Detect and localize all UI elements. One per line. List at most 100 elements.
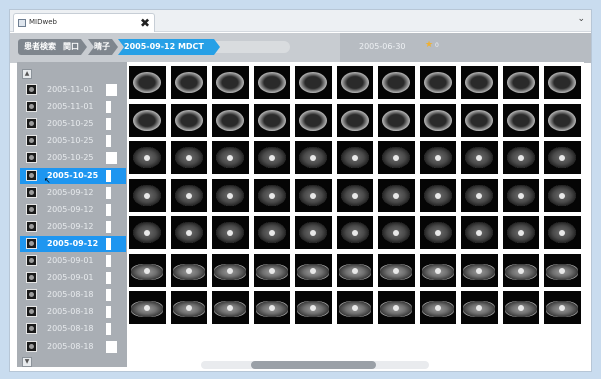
ct-slice-thumbnail[interactable] [419, 253, 456, 287]
ct-slice-thumbnail[interactable] [336, 216, 373, 249]
ct-slice-thumbnail[interactable] [253, 103, 290, 137]
ct-slice-thumbnail[interactable] [336, 253, 373, 287]
ct-slice-thumbnail[interactable] [295, 66, 332, 99]
ct-slice-thumbnail[interactable] [461, 253, 498, 287]
ct-slice-thumbnail[interactable] [378, 178, 415, 212]
ct-slice-thumbnail[interactable] [378, 216, 415, 249]
tab-midweb[interactable]: MIDweb ✖ [13, 13, 155, 32]
ct-slice-thumbnail[interactable] [129, 178, 166, 212]
ct-slice-thumbnail[interactable] [502, 103, 539, 137]
series-item[interactable]: 2005-08-18 [20, 339, 126, 355]
ct-slice-thumbnail[interactable] [253, 291, 290, 324]
series-item[interactable]: 2005-08-18 [20, 321, 126, 337]
ct-slice-thumbnail[interactable] [336, 103, 373, 137]
ct-slice-thumbnail[interactable] [544, 216, 581, 249]
ct-slice-thumbnail[interactable] [461, 141, 498, 174]
series-item[interactable]: 2005-10-25 [20, 116, 126, 132]
series-item[interactable]: 2005-08-18 [20, 304, 126, 320]
series-item[interactable]: 2005-10-25 [20, 150, 126, 166]
ct-slice-thumbnail[interactable] [336, 66, 373, 99]
series-item[interactable]: 2005-09-01 [20, 270, 126, 286]
chevron-down-icon[interactable]: ⌄ [577, 14, 585, 24]
ct-slice-thumbnail[interactable] [502, 141, 539, 174]
ct-slice-thumbnail[interactable] [502, 178, 539, 212]
ct-slice-thumbnail[interactable] [129, 66, 166, 99]
ct-slice-thumbnail[interactable] [295, 216, 332, 249]
ct-slice-thumbnail[interactable] [212, 291, 249, 324]
ct-slice-thumbnail[interactable] [544, 141, 581, 174]
ct-slice-thumbnail[interactable] [170, 66, 207, 99]
arrow-up-icon[interactable]: ▲ [22, 69, 32, 79]
ct-slice-thumbnail[interactable] [544, 178, 581, 212]
arrow-down-icon[interactable]: ▼ [22, 357, 32, 367]
ct-slice-thumbnail[interactable] [502, 291, 539, 324]
series-item[interactable]: 2005-09-12 [20, 219, 126, 235]
series-item[interactable]: 2005-09-12 [20, 202, 126, 218]
series-item[interactable]: 2005-08-18 [20, 287, 126, 303]
ct-slice-thumbnail[interactable] [502, 216, 539, 249]
ct-slice-thumbnail[interactable] [419, 178, 456, 212]
ct-slice-thumbnail[interactable] [170, 141, 207, 174]
ct-slice-thumbnail[interactable] [212, 178, 249, 212]
ct-slice-thumbnail[interactable] [170, 178, 207, 212]
ct-slice-thumbnail[interactable] [212, 141, 249, 174]
ct-slice-thumbnail[interactable] [461, 291, 498, 324]
ct-slice-thumbnail[interactable] [212, 216, 249, 249]
ct-slice-thumbnail[interactable] [170, 103, 207, 137]
ct-slice-thumbnail[interactable] [419, 216, 456, 249]
ct-slice-thumbnail[interactable] [419, 103, 456, 137]
series-item[interactable]: 2005-11-01 [20, 99, 126, 115]
ct-slice-thumbnail[interactable] [461, 216, 498, 249]
ct-slice-thumbnail[interactable] [378, 253, 415, 287]
ct-slice-thumbnail[interactable] [212, 66, 249, 99]
series-item[interactable]: 2005-09-12 [20, 235, 126, 252]
ct-slice-thumbnail[interactable] [295, 253, 332, 287]
series-item[interactable]: 2005-10-25 ↖ [20, 167, 126, 185]
ct-slice-thumbnail[interactable] [170, 291, 207, 324]
horizontal-scrollbar[interactable] [201, 361, 429, 369]
ct-slice-thumbnail[interactable] [544, 291, 581, 324]
star-icon[interactable]: ★ [425, 40, 433, 50]
ct-slice-thumbnail[interactable] [170, 253, 207, 287]
ct-slice-thumbnail[interactable] [336, 178, 373, 212]
ct-slice-thumbnail[interactable] [295, 178, 332, 212]
ct-slice-thumbnail[interactable] [461, 178, 498, 212]
breadcrumb-given-name[interactable]: 晴子 [88, 39, 118, 55]
ct-slice-thumbnail[interactable] [212, 103, 249, 137]
ct-slice-thumbnail[interactable] [544, 66, 581, 99]
ct-slice-thumbnail[interactable] [129, 216, 166, 249]
series-item[interactable]: 2005-11-01 [20, 82, 126, 98]
ct-slice-thumbnail[interactable] [461, 103, 498, 137]
scrollbar-thumb[interactable] [251, 361, 376, 369]
ct-slice-thumbnail[interactable] [378, 66, 415, 99]
ct-slice-thumbnail[interactable] [378, 291, 415, 324]
ct-slice-thumbnail[interactable] [544, 103, 581, 137]
ct-slice-thumbnail[interactable] [295, 103, 332, 137]
ct-slice-thumbnail[interactable] [336, 291, 373, 324]
series-item[interactable]: 2005-10-25 [20, 133, 126, 149]
breadcrumb-current-series[interactable]: 2005-09-12 MDCT [118, 39, 220, 55]
ct-slice-thumbnail[interactable] [129, 103, 166, 137]
close-icon[interactable]: ✖ [140, 16, 150, 30]
ct-slice-thumbnail[interactable] [419, 141, 456, 174]
ct-slice-thumbnail[interactable] [253, 253, 290, 287]
ct-slice-thumbnail[interactable] [129, 291, 166, 324]
ct-slice-thumbnail[interactable] [253, 178, 290, 212]
ct-slice-thumbnail[interactable] [502, 66, 539, 99]
ct-slice-thumbnail[interactable] [129, 141, 166, 174]
ct-slice-thumbnail[interactable] [212, 253, 249, 287]
ct-slice-thumbnail[interactable] [461, 66, 498, 99]
ct-slice-thumbnail[interactable] [295, 141, 332, 174]
ct-slice-thumbnail[interactable] [253, 216, 290, 249]
ct-slice-thumbnail[interactable] [129, 253, 166, 287]
ct-slice-thumbnail[interactable] [295, 291, 332, 324]
ct-slice-thumbnail[interactable] [419, 66, 456, 99]
ct-slice-thumbnail[interactable] [170, 216, 207, 249]
ct-slice-thumbnail[interactable] [544, 253, 581, 287]
ct-slice-thumbnail[interactable] [336, 141, 373, 174]
ct-slice-thumbnail[interactable] [253, 141, 290, 174]
ct-slice-thumbnail[interactable] [378, 103, 415, 137]
ct-slice-thumbnail[interactable] [378, 141, 415, 174]
ct-slice-thumbnail[interactable] [253, 66, 290, 99]
series-item[interactable]: 2005-09-01 [20, 253, 126, 269]
